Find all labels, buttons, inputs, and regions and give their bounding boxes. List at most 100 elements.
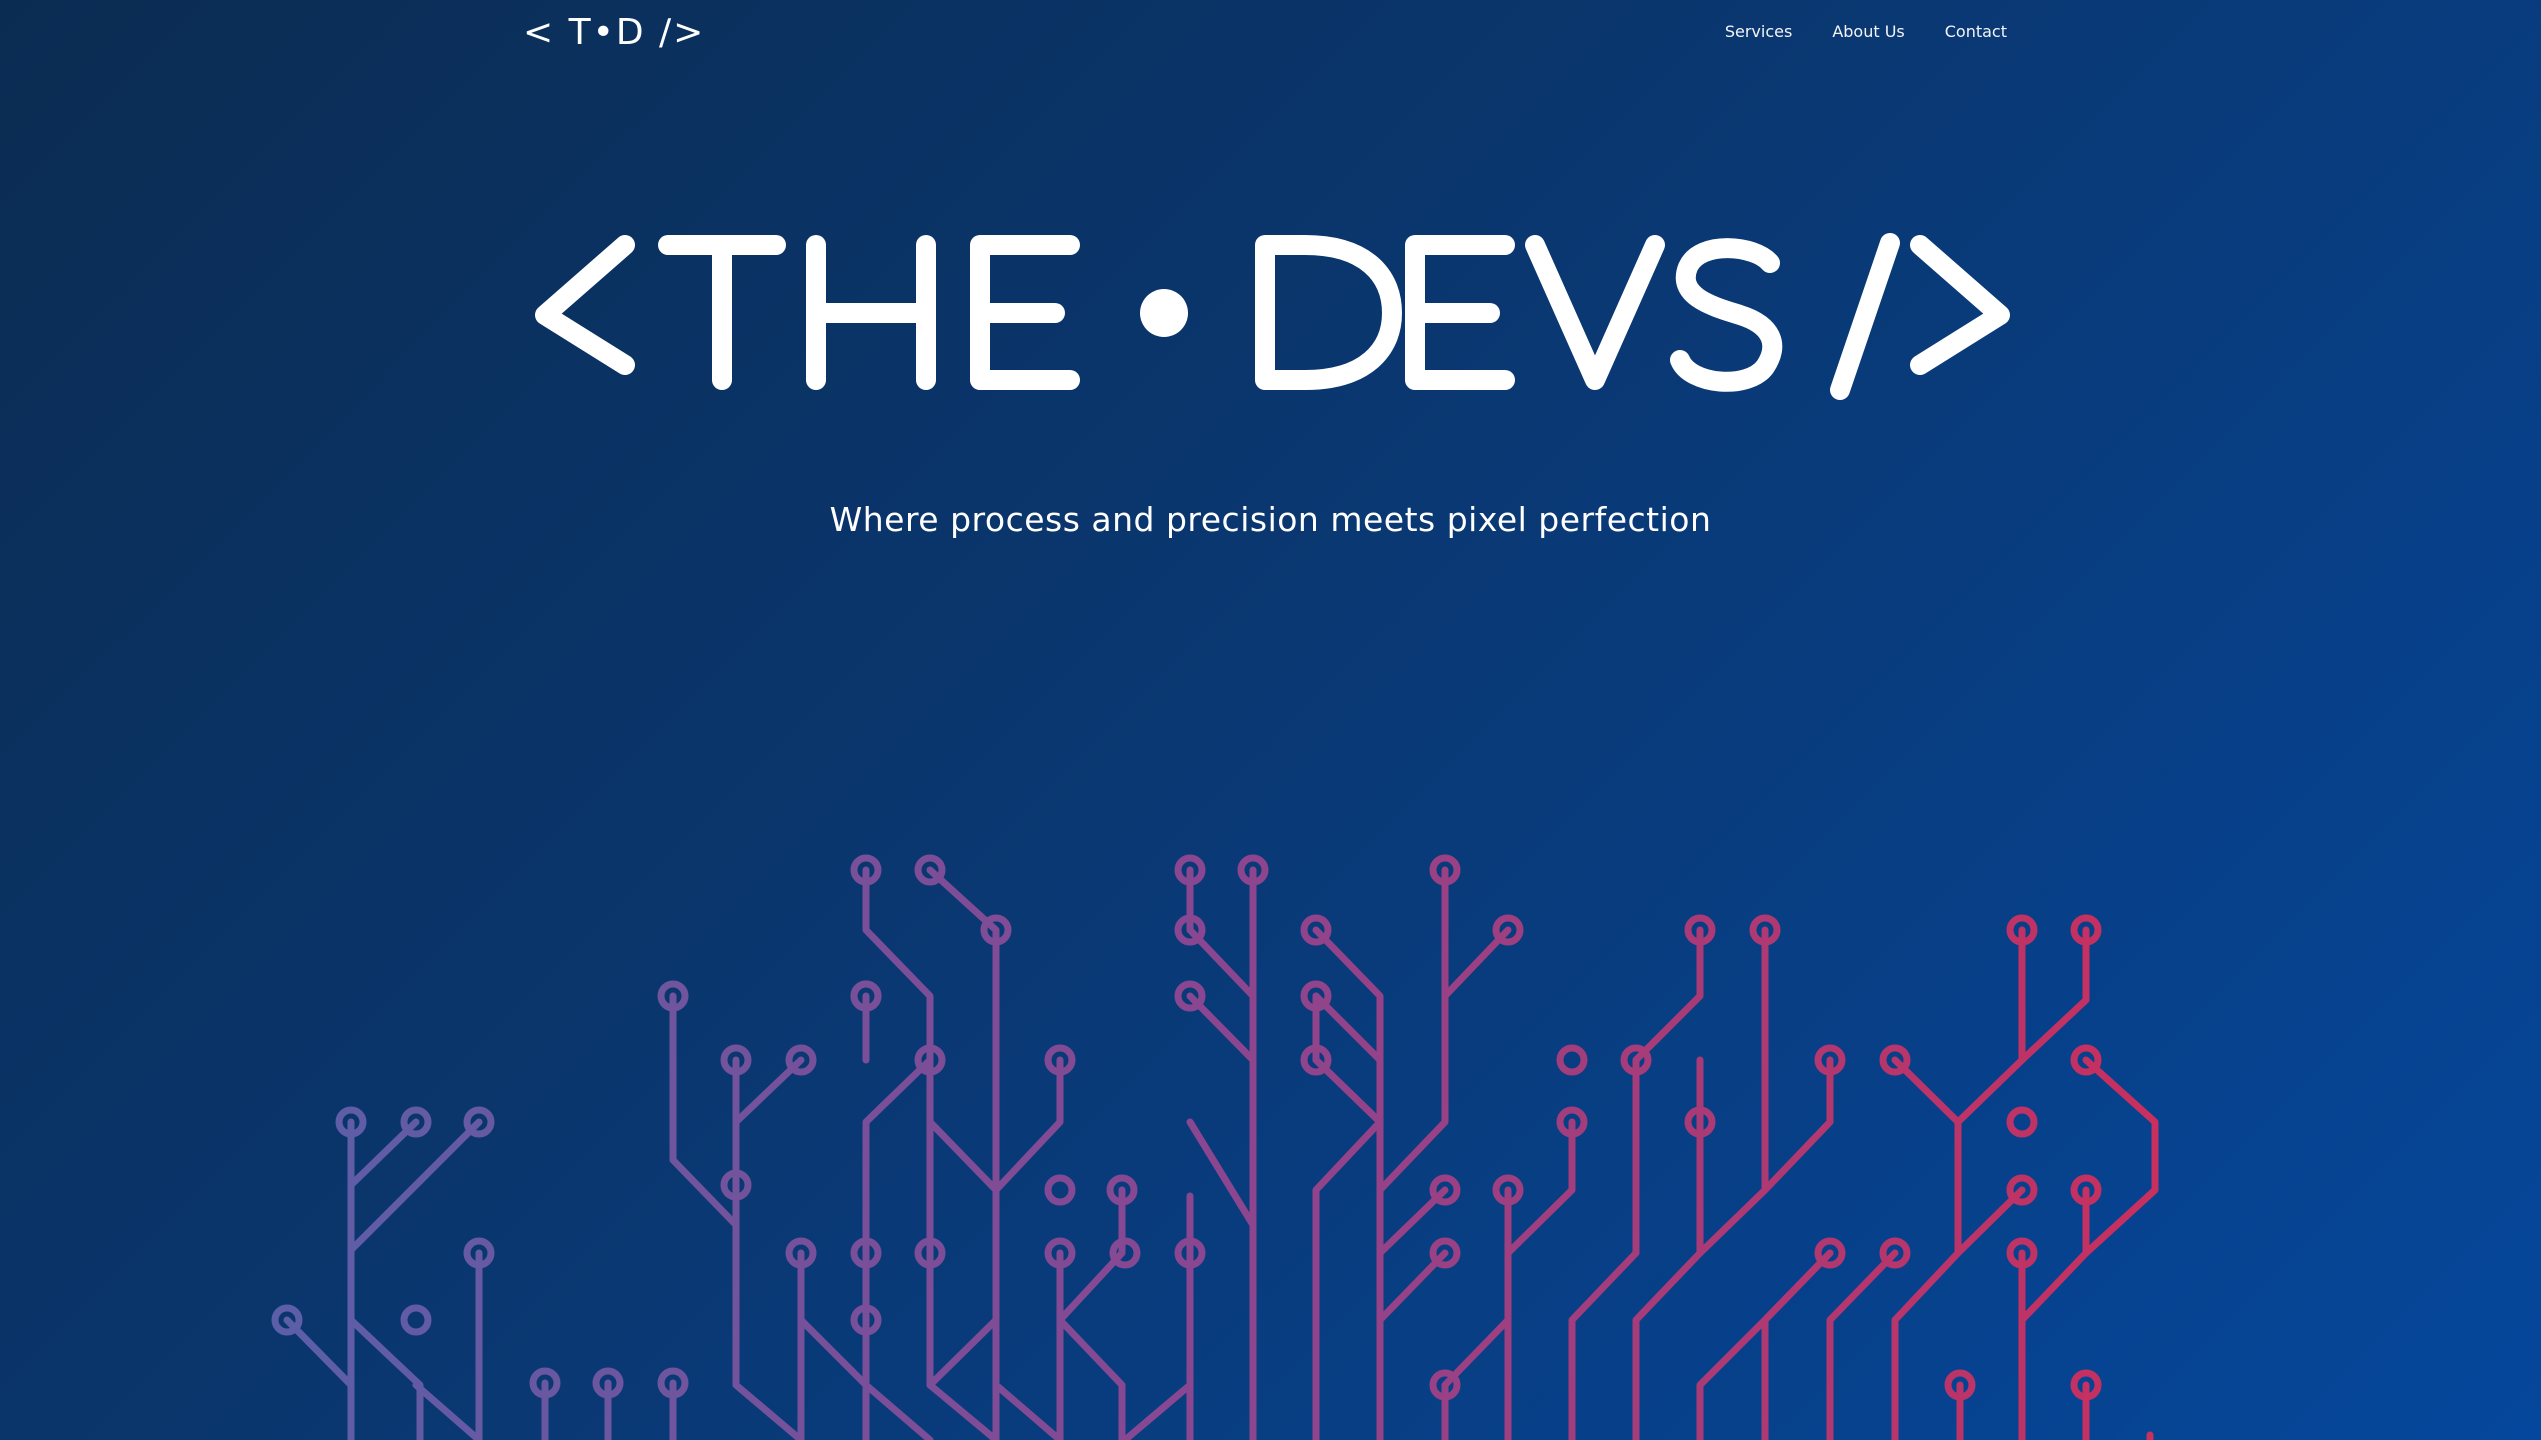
circuit-node: [1174, 980, 1206, 1012]
circuit-node: [1429, 1237, 1461, 1269]
circuit-trace: [1376, 866, 1449, 1194]
circuit-trace: [926, 1316, 1000, 1389]
circuit-node: [1684, 914, 1716, 946]
circuit-node: [1174, 1237, 1206, 1269]
nav-services[interactable]: Services: [1725, 22, 1792, 41]
circuit-trace: [1056, 1249, 1126, 1440]
circuit-node: [529, 1367, 561, 1399]
circuit-node: [1879, 1044, 1911, 1076]
circuit-trace: [1632, 1118, 1704, 1440]
circuit-node: [1684, 1106, 1716, 1138]
circuit-trace: [1891, 1056, 1962, 1126]
circuit-trace: [862, 866, 1000, 1194]
circuit-node: [1620, 1044, 1652, 1076]
circuit-trace: [1761, 1056, 1834, 1194]
circuit-trace: [1121, 1381, 1194, 1440]
circuit-node: [2006, 1106, 2038, 1138]
circuit-node: [657, 980, 689, 1012]
circuit-node: [1044, 1237, 1076, 1269]
circuit-node: [2006, 914, 2038, 946]
circuit-trace: [2082, 1056, 2159, 1257]
circuit-node: [2070, 1174, 2102, 1206]
site-header: < T•D /> Services About Us Contact: [0, 0, 2541, 70]
circuit-node: [785, 1237, 817, 1269]
hero-subtitle: Where process and precision meets pixel …: [829, 500, 1712, 539]
circuit-trace: [1312, 1056, 1384, 1126]
circuit-node: [914, 1044, 946, 1076]
circuit-node: [2070, 1044, 2102, 1076]
circuit-node: [1044, 1044, 1076, 1076]
circuit-trace: [347, 1118, 420, 1189]
circuit-node: [592, 1367, 624, 1399]
circuit-node: [2070, 1369, 2102, 1401]
circuit-trace: [992, 1056, 1064, 1440]
circuit-trace: [1568, 926, 1704, 1440]
circuit-trace: [1954, 1186, 2026, 1257]
circuit-node: [980, 914, 1012, 946]
circuit-node: [914, 1237, 946, 1269]
circuit-trace: [669, 992, 740, 1229]
circuit-trace: [347, 1118, 483, 1440]
circuit-trace: [2018, 926, 2090, 1064]
circuit-trace: [1376, 1186, 1449, 1257]
circuit-node: [1556, 1044, 1588, 1076]
hero-title: [535, 233, 2010, 400]
nav-contact[interactable]: Contact: [1945, 22, 2007, 41]
circuit-node: [1300, 914, 1332, 946]
circuit-trace: [1761, 1249, 1834, 1440]
circuit-trace: [283, 1316, 355, 1440]
circuit-node: [720, 1044, 752, 1076]
circuit-node: [2006, 1237, 2038, 1269]
circuit-node: [1492, 914, 1524, 946]
circuit-trace: [926, 866, 1000, 1194]
circuit-trace: [1696, 926, 1769, 1257]
circuit-trace: [1312, 992, 1384, 1064]
nav-about-us[interactable]: About Us: [1832, 22, 1904, 41]
logo[interactable]: < T•D />: [523, 12, 705, 53]
circuit-trace: [412, 1381, 483, 1440]
circuit-node: [850, 980, 882, 1012]
circuit-node: [1174, 914, 1206, 946]
circuit-node: [1300, 980, 1332, 1012]
circuit-trace: [1186, 1118, 1257, 1229]
circuit-trace: [2018, 1186, 2090, 1440]
circuit-node: [1300, 1044, 1332, 1076]
circuit-node: [1429, 1174, 1461, 1206]
circuit-node: [1944, 1369, 1976, 1401]
circuit-node: [400, 1106, 432, 1138]
circuit-trace: [1376, 1249, 1449, 1324]
circuit-trace: [1056, 1186, 1126, 1440]
circuit-trace: [1186, 866, 1257, 1000]
circuit-node: [1429, 1369, 1461, 1401]
circuit-node: [657, 1367, 689, 1399]
circuit-trace: [1312, 992, 1384, 1126]
circuit-node: [1749, 914, 1781, 946]
circuit-trace: [1312, 926, 1384, 1440]
circuit-node: [850, 980, 882, 1012]
circuit-node: [850, 1237, 882, 1269]
circuit-node: [1492, 1174, 1524, 1206]
circuit-node: [785, 1044, 817, 1076]
circuit-trace: [347, 1246, 424, 1440]
circuit-trace: [1441, 926, 1512, 1000]
circuit-trace: [732, 1056, 805, 1440]
circuit-trace: [1891, 926, 2026, 1440]
circuit-trace: [797, 1316, 870, 1440]
circuit-trace: [1696, 1249, 1834, 1440]
circuit-trace: [926, 1056, 1000, 1440]
circuit-trace: [1186, 992, 1257, 1064]
circuit-node: [2070, 914, 2102, 946]
circuit-trace: [1826, 1249, 1899, 1440]
circuit-node: [850, 854, 882, 886]
circuit-node: [400, 1304, 432, 1336]
circuit-trace: [1441, 1186, 1512, 1440]
circuit-node: [1174, 854, 1206, 886]
main-nav: Services About Us Contact: [1725, 22, 2007, 41]
circuit-node: [1429, 854, 1461, 886]
circuit-node: [1106, 1174, 1138, 1206]
circuit-node: [1879, 1237, 1911, 1269]
circuit-trace: [1504, 1118, 1576, 1440]
circuit-node: [1237, 854, 1269, 886]
circuit-node: [463, 1106, 495, 1138]
circuit-node: [335, 1106, 367, 1138]
